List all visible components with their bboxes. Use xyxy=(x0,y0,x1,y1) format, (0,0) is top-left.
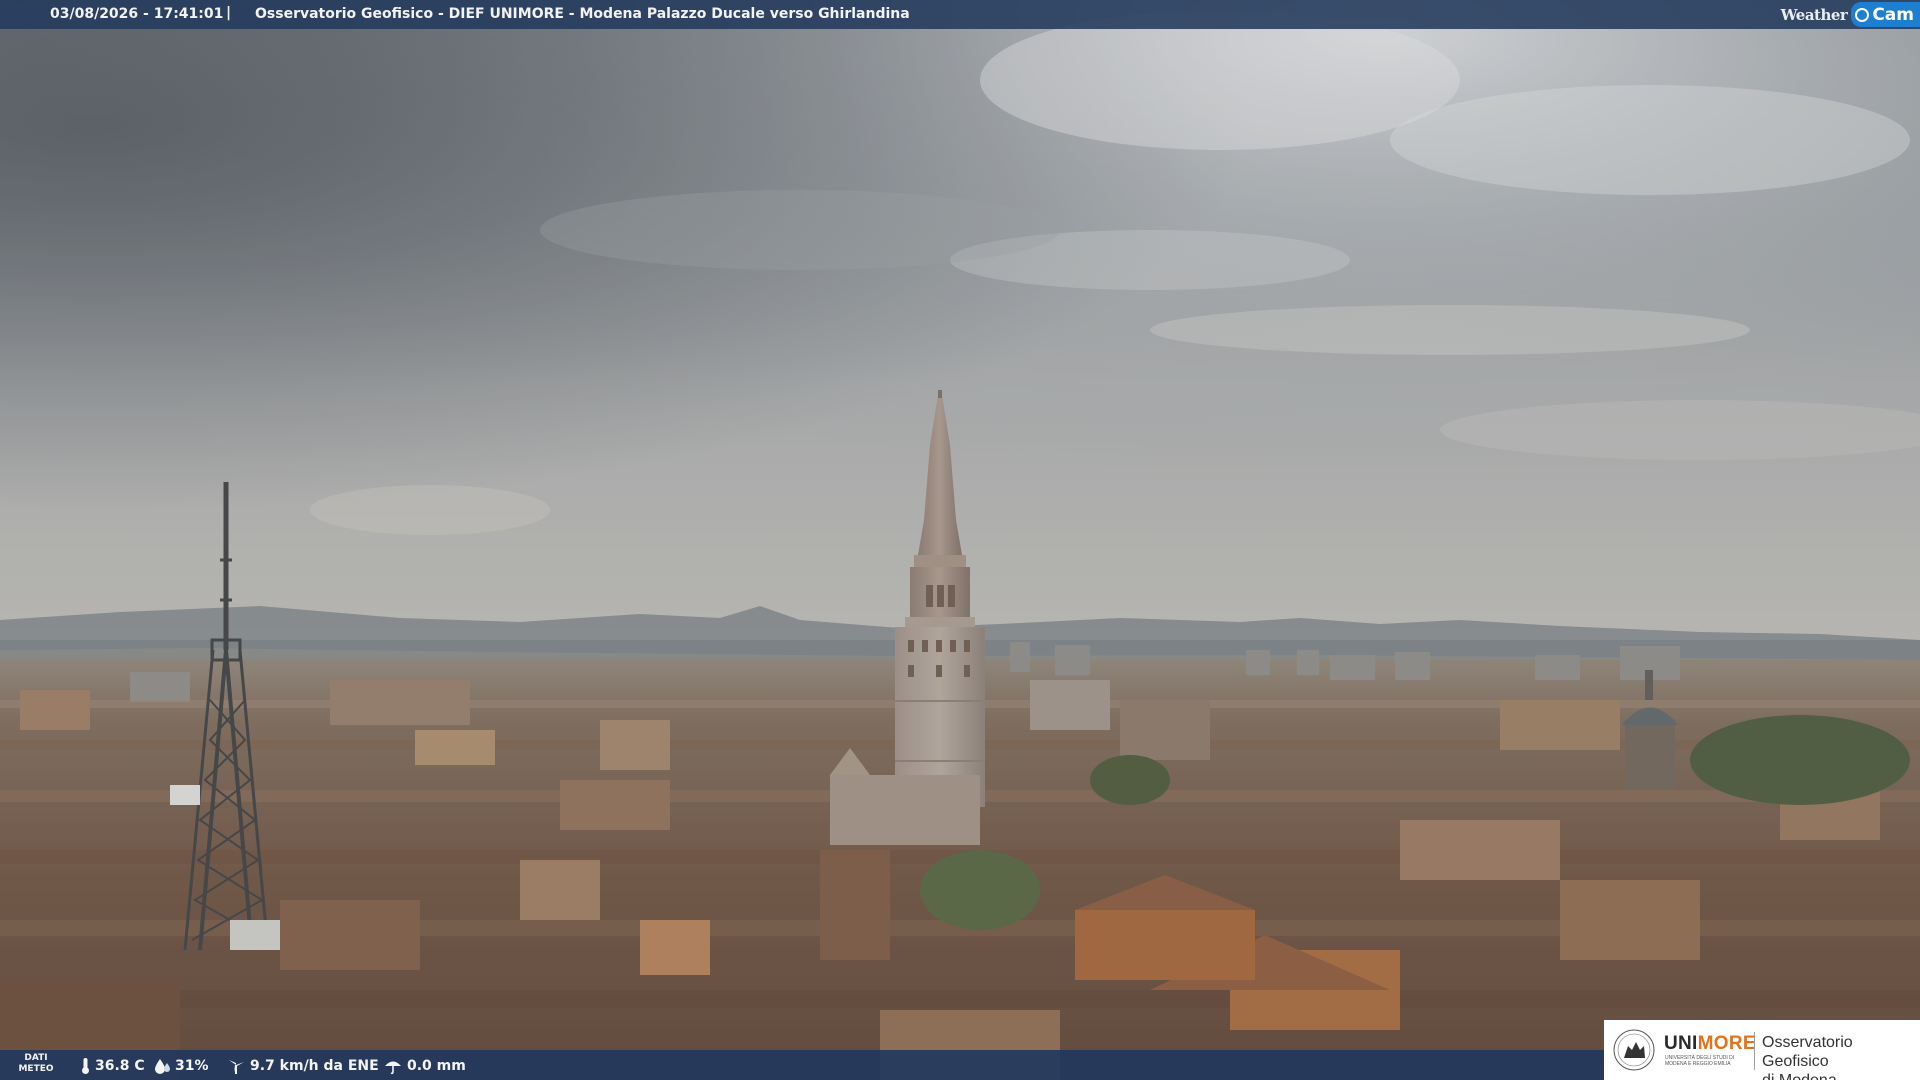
observatory-name: Osservatorio Geofisico di Modena xyxy=(1762,1033,1920,1080)
observatory-name-line1: Osservatorio Geofisico xyxy=(1762,1034,1853,1070)
unimore-wordmark-more: MORE xyxy=(1697,1033,1756,1054)
rain-reading: 0.0 mm xyxy=(383,1057,466,1075)
logo-divider xyxy=(1754,1032,1755,1070)
weathercam-logo-cam-badge: Cam xyxy=(1851,2,1920,27)
weather-data-label-line2: METEO xyxy=(18,1064,54,1074)
thermometer-icon xyxy=(82,1058,89,1074)
camera-lens-icon xyxy=(1855,7,1870,22)
weather-data-label-line1: DATI xyxy=(24,1053,48,1063)
wind-turbine-icon xyxy=(229,1060,244,1074)
unimore-logo: UNIMORE UNIVERSITÀ DEGLI STUDI DI MODENA… xyxy=(1604,1020,1920,1080)
weathercam-logo-weather: Weather xyxy=(1780,5,1848,24)
humidity-reading: 31% xyxy=(153,1057,209,1075)
webcam-scene xyxy=(0,0,1920,1080)
caption-separator: | xyxy=(226,5,232,21)
webcam-frame: 03/08/2026 - 17:41:01 | Osservatorio Geo… xyxy=(0,0,1920,1080)
timestamp: 03/08/2026 - 17:41:01 xyxy=(50,6,224,22)
weathercam-logo: Weather Cam xyxy=(1781,0,1920,29)
unimore-subtitle: UNIVERSITÀ DEGLI STUDI DI MODENA E REGGI… xyxy=(1665,1055,1735,1067)
university-seal-icon xyxy=(1613,1029,1655,1071)
unimore-wordmark: UNIMORE xyxy=(1664,1033,1756,1055)
weather-data-label: DATI METEO xyxy=(16,1053,56,1075)
temperature-value: 36.8 C xyxy=(95,1058,145,1074)
wind-reading: 9.7 km/h da ENE xyxy=(226,1057,379,1075)
observatory-name-line2: di Modena xyxy=(1762,1071,1920,1080)
droplets-icon xyxy=(155,1059,170,1074)
temperature-reading: 36.8 C xyxy=(80,1057,145,1075)
humidity-value: 31% xyxy=(175,1058,209,1074)
rain-value: 0.0 mm xyxy=(407,1058,466,1074)
weathercam-logo-cam: Cam xyxy=(1872,4,1914,25)
overlay-top-bar: 03/08/2026 - 17:41:01 | Osservatorio Geo… xyxy=(0,0,1920,29)
wind-value: 9.7 km/h da ENE xyxy=(250,1058,379,1074)
unimore-wordmark-uni: UNI xyxy=(1664,1033,1698,1054)
camera-caption: Osservatorio Geofisico - DIEF UNIMORE - … xyxy=(255,6,910,22)
rain-umbrella-icon xyxy=(385,1061,401,1075)
